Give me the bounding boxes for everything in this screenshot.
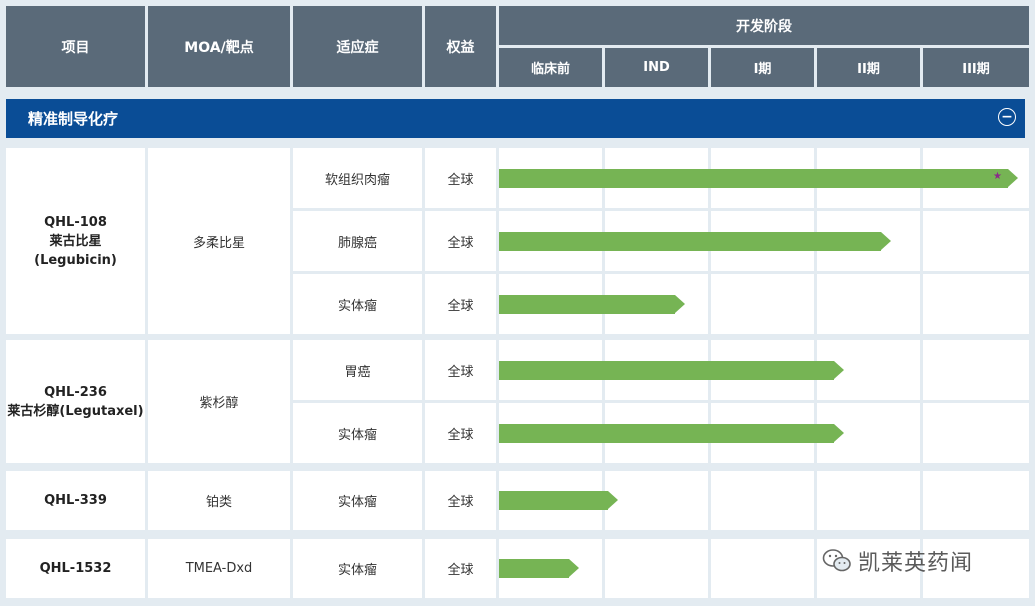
indication-cell: 实体瘤 [293,403,422,463]
progress-bar [499,169,1018,188]
moa-cell: 铂类 [148,471,290,530]
header-moa: MOA/靶点 [148,6,290,87]
project-name-line: QHL-1532 [39,561,112,576]
phase-ind: IND [605,48,708,87]
phase-cell [605,539,708,598]
project-name-line: (Legubicin) [34,252,117,268]
project-cell: QHL-108 莱古比星 (Legubicin) [6,148,145,334]
rights-cell: 全球 [425,211,496,271]
header-project: 项目 [6,6,145,87]
indication-cell: 实体瘤 [293,274,422,334]
phase-cell [923,403,1029,463]
progress-bar [499,491,618,510]
project-name-line: QHL-339 [44,493,107,508]
project-cell: QHL-236 莱古杉醇(Legutaxel) [6,340,145,463]
phase-3: III期 [923,48,1029,87]
phase-cell [817,471,920,530]
progress-bar [499,559,579,578]
rights-cell: 全球 [425,539,496,598]
watermark-text: 凯莱英药闻 [858,551,974,576]
project-name-line: 莱古比星 [49,233,102,249]
indication-cell: 肺腺癌 [293,211,422,271]
section-band: 精准制导化疗 − [6,99,1025,138]
progress-bar [499,424,844,443]
progress-bar [499,232,891,251]
phase-cell [711,274,814,334]
moa-cell: TMEA-Dxd [148,539,290,598]
project-cell: QHL-339 [6,471,145,530]
rights-cell: 全球 [425,148,496,208]
phase-cell [923,274,1029,334]
rights-cell: 全球 [425,340,496,400]
header-rights: 权益 [425,6,496,87]
moa-cell: 多柔比星 [148,148,290,334]
star-icon: ★ [993,171,1002,182]
phase-cell [923,471,1029,530]
collapse-icon[interactable]: − [998,108,1016,126]
rights-cell: 全球 [425,403,496,463]
progress-bar [499,295,685,314]
phase-cell [923,211,1029,271]
phase-cell [923,340,1029,400]
phase-2: II期 [817,48,920,87]
phase-cell [711,471,814,530]
project-name-line: 莱古杉醇(Legutaxel) [7,403,144,419]
watermark: 凯莱英药闻 [822,543,973,579]
indication-cell: 实体瘤 [293,539,422,598]
phase-cell [817,274,920,334]
indication-cell: 实体瘤 [293,471,422,530]
project-cell: QHL-1532 [6,539,145,598]
rights-cell: 全球 [425,471,496,530]
project-name-line: QHL-236 [44,384,107,400]
indication-cell: 软组织肉瘤 [293,148,422,208]
wechat-icon [822,549,851,572]
header-dev-stage: 开发阶段 [499,6,1029,45]
indication-cell: 胃癌 [293,340,422,400]
progress-bar [499,361,844,380]
project-name-line: QHL-108 [44,214,107,230]
phase-cell [711,539,814,598]
section-title: 精准制导化疗 [28,110,119,128]
moa-cell: 紫杉醇 [148,340,290,463]
phase-preclinical: 临床前 [499,48,602,87]
phase-cell [605,471,708,530]
header-indication: 适应症 [293,6,422,87]
phase-1: I期 [711,48,814,87]
rights-cell: 全球 [425,274,496,334]
